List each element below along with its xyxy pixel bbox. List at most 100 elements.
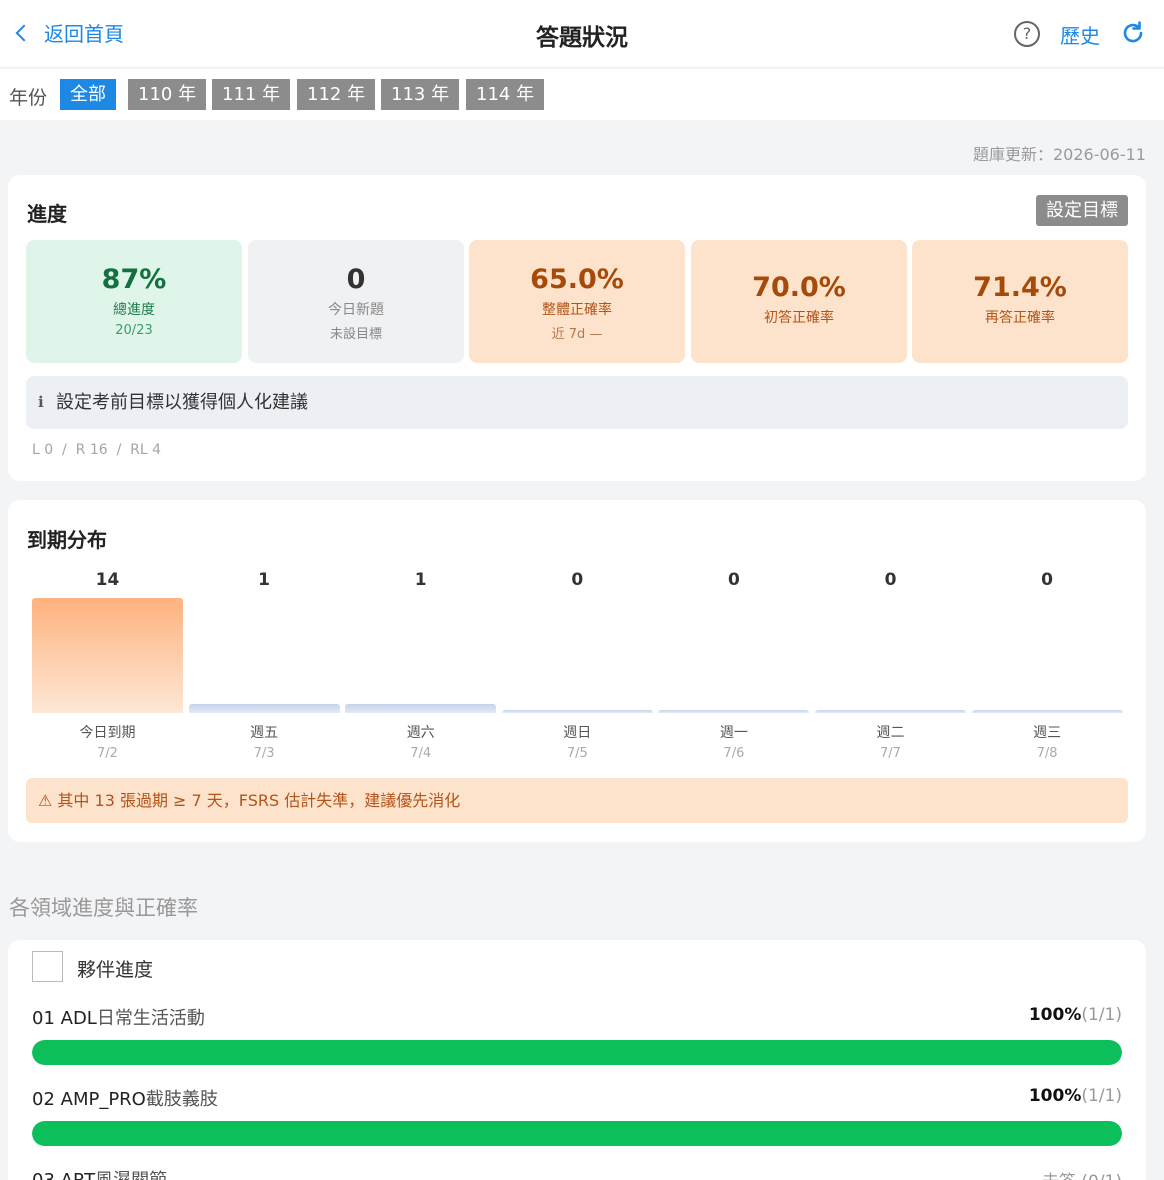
due-bar-label: 週一 xyxy=(719,725,748,741)
domain-percent: 100% xyxy=(1028,1005,1082,1025)
domain-accuracy: 未答 (0/1) xyxy=(1042,1167,1122,1180)
domain-name: 02 AMP_PRO截肢義肢 xyxy=(32,1085,218,1111)
domain-label: 風濕關節 xyxy=(95,1170,167,1180)
due-bar-count: 1 xyxy=(414,570,427,590)
domain-label: 截肢義肢 xyxy=(145,1089,218,1110)
domain-accuracy: 100%(1/1) xyxy=(1029,1086,1122,1106)
history-link[interactable]: 歷史 xyxy=(1060,20,1100,49)
stat-label: 再答正確率 xyxy=(985,310,1055,326)
stat-repeat-accuracy: 71.4% 再答正確率 xyxy=(912,240,1128,363)
due-bar-column: 14 今日到期 7/2 xyxy=(32,570,183,770)
refresh-icon[interactable] xyxy=(1120,20,1146,46)
domain-row[interactable]: 02 AMP_PRO截肢義肢 100%(1/1) xyxy=(32,1085,1122,1155)
stat-overall-accuracy: 65.0% 整體正確率 近 7d — xyxy=(469,240,685,363)
domain-count: (1/1) xyxy=(1081,1005,1122,1025)
stat-value: 65.0% xyxy=(530,264,624,295)
help-icon[interactable]: ? xyxy=(1014,21,1040,47)
due-bar[interactable] xyxy=(971,710,1123,713)
stat-new-today: 0 今日新題 未設目標 xyxy=(248,240,464,363)
domain-count: (1/1) xyxy=(1081,1086,1122,1106)
due-bar-count: 0 xyxy=(727,570,740,590)
due-title: 到期分布 xyxy=(27,528,107,552)
domain-label: 日常生活活動 xyxy=(96,1008,205,1029)
due-bar-date: 7/8 xyxy=(1036,746,1058,761)
progress-title: 進度 xyxy=(27,202,67,226)
stat-label: 今日新題 xyxy=(328,302,384,318)
domain-accuracy: 100%(1/1) xyxy=(1029,1005,1122,1025)
due-bar-label: 今日到期 xyxy=(79,725,136,741)
due-bar-column: 1 週六 7/4 xyxy=(345,570,497,770)
domain-name: 03 ART風濕關節 xyxy=(32,1166,167,1180)
domain-progress-fill xyxy=(32,1040,1122,1065)
info-icon: ℹ xyxy=(38,393,44,411)
domain-progress-fill xyxy=(32,1121,1122,1146)
domain-progress-track xyxy=(32,1121,1122,1146)
stat-sub: 20/23 xyxy=(115,323,153,338)
year-chip-112[interactable]: 112 年 xyxy=(297,79,376,110)
year-label: 年份 xyxy=(9,87,48,109)
year-chip-all[interactable]: 全部 xyxy=(60,79,116,110)
year-filter-bar: 年份 全部 110 年 111 年 112 年 113 年 114 年 xyxy=(0,69,1164,120)
stat-first-accuracy: 70.0% 初答正確率 xyxy=(691,240,907,363)
domain-code: 01 ADL xyxy=(32,1008,97,1029)
domain-list-card: 夥伴進度 01 ADL日常生活活動 100%(1/1) 02 AMP_PRO截肢… xyxy=(8,940,1146,1180)
top-bar: 返回首頁 答題狀況 ? 歷史 xyxy=(0,0,1164,68)
due-bar[interactable] xyxy=(815,710,966,713)
due-bar[interactable] xyxy=(501,710,653,713)
partner-progress-label: 夥伴進度 xyxy=(77,959,154,981)
due-bar-label: 週日 xyxy=(563,725,592,741)
due-bar[interactable] xyxy=(32,598,183,713)
page-title: 答題狀況 xyxy=(536,25,628,51)
year-chip-113[interactable]: 113 年 xyxy=(381,79,460,110)
due-bar-label: 週三 xyxy=(1033,725,1062,741)
learn-review-counts: L 0 / R 16 / RL 4 xyxy=(32,442,162,458)
partner-progress-checkbox[interactable] xyxy=(32,951,63,982)
due-bar-date: 7/4 xyxy=(410,746,432,761)
due-bar-count: 1 xyxy=(258,570,271,590)
due-bar-date: 7/3 xyxy=(253,746,275,761)
set-goal-button[interactable]: 設定目標 xyxy=(1036,195,1128,226)
due-bar-column: 1 週五 7/3 xyxy=(188,570,340,770)
domain-code: 02 AMP_PRO xyxy=(32,1089,146,1110)
stat-value: 87% xyxy=(101,264,167,295)
due-bar-date: 7/5 xyxy=(566,746,588,761)
due-bar-date: 7/2 xyxy=(97,746,118,761)
domain-progress-track xyxy=(32,1040,1122,1065)
due-bar-label: 週六 xyxy=(406,725,435,741)
domain-count: 未答 (0/1) xyxy=(1042,1172,1122,1180)
due-bar-count: 0 xyxy=(571,570,584,590)
stat-label: 整體正確率 xyxy=(542,302,612,318)
domain-code: 03 ART xyxy=(32,1170,95,1180)
stat-label: 總進度 xyxy=(113,302,155,318)
progress-card: 進度 設定目標 87% 總進度 20/23 0 今日新題 未設目標 65.0% … xyxy=(8,175,1146,481)
stat-label: 初答正確率 xyxy=(764,310,834,326)
due-bar[interactable] xyxy=(188,704,340,713)
due-bar-label: 週二 xyxy=(876,725,905,741)
year-chip-110[interactable]: 110 年 xyxy=(128,79,207,110)
year-chip-111[interactable]: 111 年 xyxy=(212,79,291,110)
due-bar-count: 0 xyxy=(884,570,897,590)
domain-percent: 100% xyxy=(1028,1086,1082,1106)
due-bar[interactable] xyxy=(658,710,810,713)
due-bar-column: 0 週三 7/8 xyxy=(971,570,1123,770)
due-bar-column: 0 週一 7/6 xyxy=(658,570,810,770)
due-bar-chart: 14 今日到期 7/2 1 週五 7/3 1 週六 7/4 0 週日 7/5 0 週一 7/6 0 週二 7/7 0… xyxy=(32,570,1123,770)
due-bar[interactable] xyxy=(345,704,497,713)
domain-name: 01 ADL日常生活活動 xyxy=(32,1004,205,1030)
stat-value: 70.0% xyxy=(752,272,846,303)
year-chip-114[interactable]: 114 年 xyxy=(466,79,545,110)
stat-total-progress: 87% 總進度 20/23 xyxy=(26,240,242,363)
due-bar-date: 7/6 xyxy=(723,746,745,761)
domain-section-title: 各領域進度與正確率 xyxy=(9,896,198,920)
due-bar-column: 0 週日 7/5 xyxy=(501,570,653,770)
goal-hint-text: 設定考前目標以獲得個人化建議 xyxy=(56,392,308,413)
overdue-warning: ⚠ 其中 13 張過期 ≥ 7 天，FSRS 估計失準，建議優先消化 xyxy=(26,778,1128,823)
goal-hint-banner: ℹ 設定考前目標以獲得個人化建議 xyxy=(26,376,1128,429)
stat-value: 71.4% xyxy=(973,272,1067,303)
domain-row[interactable]: 01 ADL日常生活活動 100%(1/1) xyxy=(32,1004,1122,1074)
question-bank-updated: 題庫更新：2026-06-11 xyxy=(973,145,1146,164)
due-bar-date: 7/7 xyxy=(880,746,901,761)
stat-sub: 未設目標 xyxy=(329,327,382,342)
due-bar-count: 0 xyxy=(1041,570,1054,590)
domain-row[interactable]: 03 ART風濕關節 未答 (0/1) xyxy=(32,1166,1122,1180)
